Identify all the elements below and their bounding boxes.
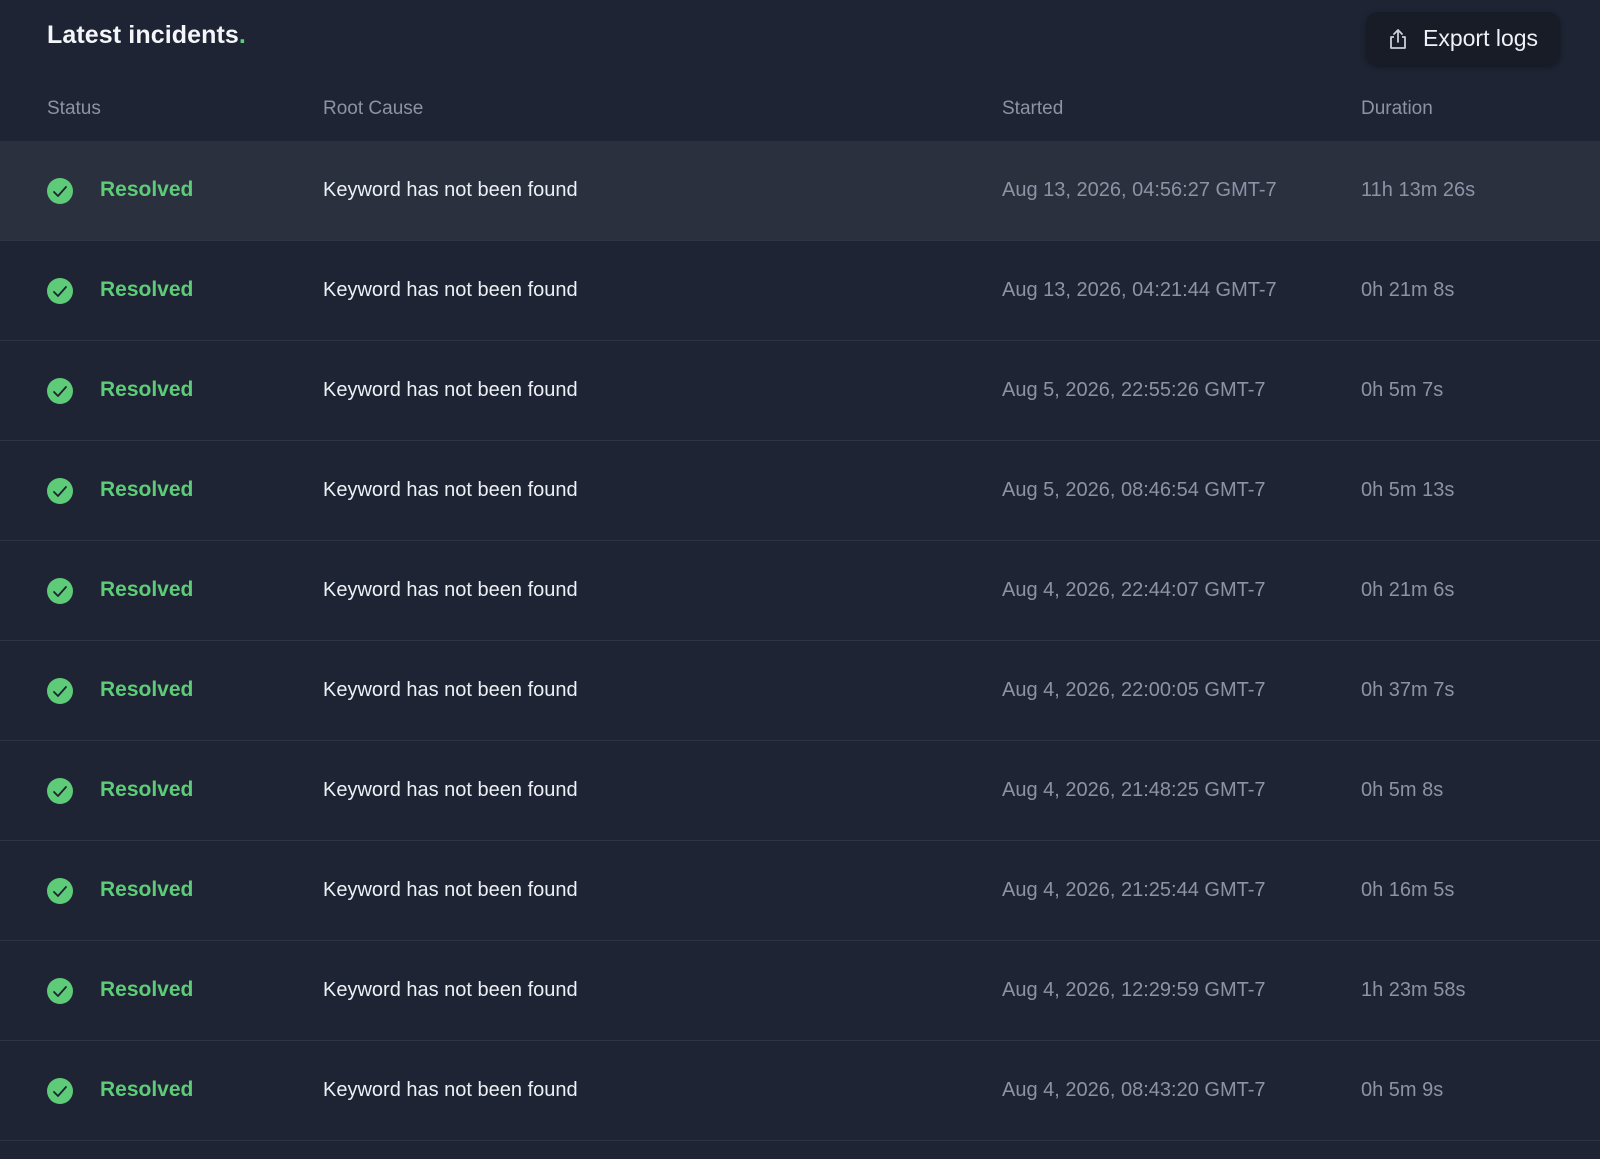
check-circle-icon bbox=[47, 278, 73, 304]
check-circle-icon bbox=[47, 578, 73, 604]
started-timestamp: Aug 13, 2026, 04:21:44 GMT-7 bbox=[1002, 279, 1277, 301]
check-circle-icon bbox=[47, 1078, 73, 1104]
page-title: Latest incidents. bbox=[47, 21, 246, 50]
status-badge: Resolved bbox=[100, 1078, 194, 1101]
check-circle-icon bbox=[47, 978, 73, 1004]
root-cause-text: Keyword has not been found bbox=[323, 279, 578, 301]
check-circle-icon bbox=[47, 678, 73, 704]
table-row[interactable]: Resolved Keyword has not been found Aug … bbox=[0, 541, 1600, 641]
started-timestamp: Aug 4, 2026, 22:00:05 GMT-7 bbox=[1002, 679, 1266, 701]
started-timestamp: Aug 5, 2026, 22:55:26 GMT-7 bbox=[1002, 379, 1266, 401]
table-row[interactable]: Resolved Keyword has not been found Aug … bbox=[0, 241, 1600, 341]
check-circle-icon bbox=[47, 378, 73, 404]
root-cause-text: Keyword has not been found bbox=[323, 379, 578, 401]
incidents-table-body: Resolved Keyword has not been found Aug … bbox=[0, 141, 1600, 1141]
export-logs-label: Export logs bbox=[1423, 25, 1539, 51]
started-timestamp: Aug 4, 2026, 12:29:59 GMT-7 bbox=[1002, 979, 1266, 1001]
check-circle-icon bbox=[47, 778, 73, 804]
table-row[interactable]: Resolved Keyword has not been found Aug … bbox=[0, 841, 1600, 941]
duration-value: 0h 5m 13s bbox=[1361, 479, 1455, 501]
root-cause-text: Keyword has not been found bbox=[323, 479, 578, 501]
status-badge: Resolved bbox=[100, 978, 194, 1001]
duration-value: 0h 5m 8s bbox=[1361, 779, 1444, 801]
status-badge: Resolved bbox=[100, 778, 194, 801]
started-timestamp: Aug 4, 2026, 21:25:44 GMT-7 bbox=[1002, 879, 1266, 901]
check-circle-icon bbox=[47, 178, 73, 204]
panel-header: Latest incidents. Export logs bbox=[0, 0, 1600, 78]
table-row[interactable]: Resolved Keyword has not been found Aug … bbox=[0, 741, 1600, 841]
check-circle-icon bbox=[47, 878, 73, 904]
column-header-started[interactable]: Started bbox=[1002, 98, 1063, 120]
duration-value: 0h 21m 6s bbox=[1361, 579, 1455, 601]
column-header-root-cause[interactable]: Root Cause bbox=[323, 98, 423, 120]
share-upload-icon bbox=[1387, 28, 1409, 50]
duration-value: 1h 23m 58s bbox=[1361, 979, 1466, 1001]
root-cause-text: Keyword has not been found bbox=[323, 779, 578, 801]
table-row[interactable]: Resolved Keyword has not been found Aug … bbox=[0, 341, 1600, 441]
table-row[interactable]: Resolved Keyword has not been found Aug … bbox=[0, 941, 1600, 1041]
table-row[interactable]: Resolved Keyword has not been found Aug … bbox=[0, 441, 1600, 541]
root-cause-text: Keyword has not been found bbox=[323, 979, 578, 1001]
export-logs-button[interactable]: Export logs bbox=[1366, 12, 1560, 65]
duration-value: 11h 13m 26s bbox=[1361, 179, 1476, 201]
duration-value: 0h 16m 5s bbox=[1361, 879, 1455, 901]
status-badge: Resolved bbox=[100, 178, 194, 201]
started-timestamp: Aug 4, 2026, 22:44:07 GMT-7 bbox=[1002, 579, 1266, 601]
started-timestamp: Aug 4, 2026, 08:43:20 GMT-7 bbox=[1002, 1079, 1266, 1101]
root-cause-text: Keyword has not been found bbox=[323, 579, 578, 601]
incidents-panel: Latest incidents. Export logs Status Roo… bbox=[0, 0, 1600, 1159]
table-header: Status Root Cause Started Duration bbox=[0, 78, 1600, 141]
status-badge: Resolved bbox=[100, 678, 194, 701]
title-accent-dot: . bbox=[238, 21, 246, 49]
started-timestamp: Aug 13, 2026, 04:56:27 GMT-7 bbox=[1002, 179, 1277, 201]
check-circle-icon bbox=[47, 478, 73, 504]
status-badge: Resolved bbox=[100, 578, 194, 601]
duration-value: 0h 37m 7s bbox=[1361, 679, 1455, 701]
root-cause-text: Keyword has not been found bbox=[323, 1079, 578, 1101]
status-badge: Resolved bbox=[100, 378, 194, 401]
column-header-status[interactable]: Status bbox=[47, 98, 101, 120]
root-cause-text: Keyword has not been found bbox=[323, 879, 578, 901]
duration-value: 0h 5m 7s bbox=[1361, 379, 1444, 401]
status-badge: Resolved bbox=[100, 278, 194, 301]
status-badge: Resolved bbox=[100, 478, 194, 501]
table-row[interactable]: Resolved Keyword has not been found Aug … bbox=[0, 641, 1600, 741]
duration-value: 0h 21m 8s bbox=[1361, 279, 1455, 301]
table-row[interactable]: Resolved Keyword has not been found Aug … bbox=[0, 141, 1600, 241]
table-row[interactable]: Resolved Keyword has not been found Aug … bbox=[0, 1041, 1600, 1141]
root-cause-text: Keyword has not been found bbox=[323, 179, 578, 201]
page-title-text: Latest incidents bbox=[47, 21, 239, 49]
status-badge: Resolved bbox=[100, 878, 194, 901]
started-timestamp: Aug 4, 2026, 21:48:25 GMT-7 bbox=[1002, 779, 1266, 801]
column-header-duration[interactable]: Duration bbox=[1361, 98, 1433, 120]
started-timestamp: Aug 5, 2026, 08:46:54 GMT-7 bbox=[1002, 479, 1266, 501]
duration-value: 0h 5m 9s bbox=[1361, 1079, 1444, 1101]
root-cause-text: Keyword has not been found bbox=[323, 679, 578, 701]
